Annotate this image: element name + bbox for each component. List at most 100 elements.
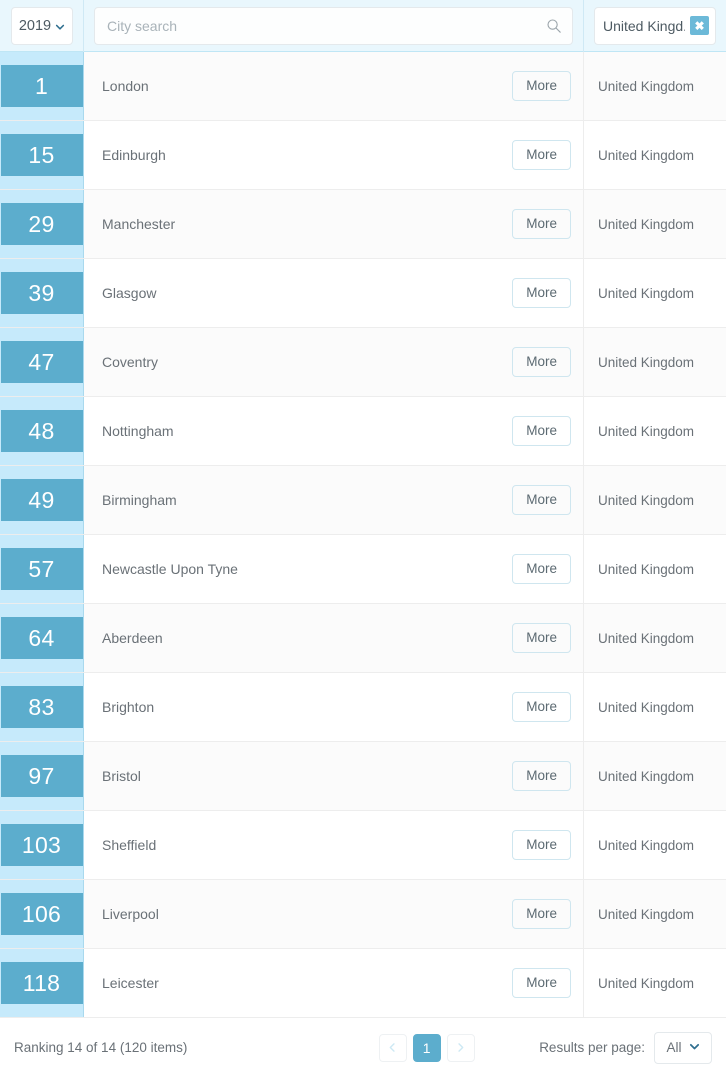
rank-cell: 118 (0, 949, 84, 1017)
table-row: 47 Coventry More United Kingdom (0, 328, 726, 397)
rank-badge: 83 (0, 686, 83, 728)
rank-cell: 1 (0, 52, 84, 120)
pagination-page-1[interactable]: 1 (412, 1033, 441, 1062)
table-row: 15 Edinburgh More United Kingdom (0, 121, 726, 190)
rank-badge: 49 (0, 479, 83, 521)
chevron-down-icon (689, 1040, 700, 1055)
more-button[interactable]: More (512, 898, 571, 930)
country-name: United Kingdom (598, 837, 695, 853)
rank-cell: 83 (0, 673, 84, 741)
year-dropdown[interactable]: 2019 (10, 6, 73, 45)
table-row: 83 Brighton More United Kingdom (0, 673, 726, 742)
more-button[interactable]: More (512, 553, 571, 585)
country-name: United Kingdom (598, 906, 695, 922)
rank-badge: 103 (0, 824, 83, 866)
table-row: 106 Liverpool More United Kingdom (0, 880, 726, 949)
chevron-right-icon[interactable] (446, 1033, 475, 1062)
results-per-page-value: All (666, 1040, 682, 1055)
city-name: Birmingham (102, 492, 177, 508)
city-name: Liverpool (102, 906, 159, 922)
more-button[interactable]: More (512, 967, 571, 999)
city-name: Brighton (102, 699, 155, 715)
more-button[interactable]: More (512, 415, 571, 447)
city-cell: Sheffield More (84, 811, 584, 879)
rank-badge: 64 (0, 617, 83, 659)
city-cell: Glasgow More (84, 259, 584, 327)
rank-cell: 29 (0, 190, 84, 258)
more-button[interactable]: More (512, 70, 571, 102)
rank-badge: 15 (0, 134, 83, 176)
more-button[interactable]: More (512, 139, 571, 171)
close-icon[interactable]: ✖ (690, 16, 709, 35)
pagination: 1 (314, 1033, 539, 1062)
city-cell: Liverpool More (84, 880, 584, 948)
table-row: 49 Birmingham More United Kingdom (0, 466, 726, 535)
table-footer: Ranking 14 of 14 (120 items) 1 Results p… (0, 1018, 726, 1077)
country-name: United Kingdom (598, 78, 695, 94)
table-row: 97 Bristol More United Kingdom (0, 742, 726, 811)
country-name: United Kingdom (598, 699, 695, 715)
more-button[interactable]: More (512, 346, 571, 378)
city-cell: Brighton More (84, 673, 584, 741)
chevron-down-icon (55, 20, 65, 30)
city-cell: Aberdeen More (84, 604, 584, 672)
country-name: United Kingdom (598, 423, 695, 439)
more-button[interactable]: More (512, 277, 571, 309)
country-name: United Kingdom (598, 768, 695, 784)
table-row: 29 Manchester More United Kingdom (0, 190, 726, 259)
city-name: Leicester (102, 975, 159, 991)
rank-cell: 47 (0, 328, 84, 396)
city-name: London (102, 78, 149, 94)
results-per-page-dropdown[interactable]: All (654, 1031, 712, 1064)
more-button[interactable]: More (512, 484, 571, 516)
city-cell: Birmingham More (84, 466, 584, 534)
rank-badge: 1 (0, 65, 83, 107)
country-name: United Kingdom (598, 147, 695, 163)
ranking-page: 2019 United Ki (0, 0, 726, 1077)
ranking-table: 1 London More United Kingdom 15 Edinburgh More… (0, 52, 726, 1018)
city-name: Sheffield (102, 837, 157, 853)
city-name: Manchester (102, 216, 176, 232)
rank-badge: 48 (0, 410, 83, 452)
country-name: United Kingdom (598, 561, 695, 577)
city-cell: Bristol More (84, 742, 584, 810)
country-name: United Kingdom (598, 492, 695, 508)
search-box[interactable] (94, 6, 573, 45)
more-button[interactable]: More (512, 622, 571, 654)
city-name: Coventry (102, 354, 159, 370)
rank-badge: 39 (0, 272, 83, 314)
table-row: 57 Newcastle Upon Tyne More United Kingdom (0, 535, 726, 604)
chevron-left-icon[interactable] (378, 1033, 407, 1062)
country-name: United Kingdom (598, 975, 695, 991)
more-button[interactable]: More (512, 691, 571, 723)
rank-badge: 106 (0, 893, 83, 935)
country-filter-chip[interactable]: United Kingd... ✖ (594, 6, 716, 45)
search-input[interactable] (95, 7, 572, 44)
table-row: 64 Aberdeen More United Kingdom (0, 604, 726, 673)
rank-badge: 118 (0, 962, 83, 1004)
more-button[interactable]: More (512, 760, 571, 792)
rank-cell: 106 (0, 880, 84, 948)
city-cell: Leicester More (84, 949, 584, 1017)
more-button[interactable]: More (512, 208, 571, 240)
table-row: 48 Nottingham More United Kingdom (0, 397, 726, 466)
results-summary: Ranking 14 of 14 (120 items) (14, 1040, 188, 1055)
year-filter-cell: 2019 (0, 0, 84, 52)
rank-badge: 57 (0, 548, 83, 590)
table-row: 118 Leicester More United Kingdom (0, 949, 726, 1018)
rank-cell: 103 (0, 811, 84, 879)
country-name: United Kingdom (598, 216, 695, 232)
rank-cell: 15 (0, 121, 84, 189)
city-cell: Nottingham More (84, 397, 584, 465)
year-dropdown-value: 2019 (18, 17, 52, 34)
city-name: Newcastle Upon Tyne (102, 561, 238, 577)
city-cell: Manchester More (84, 190, 584, 258)
more-button[interactable]: More (512, 829, 571, 861)
country-name: United Kingdom (598, 630, 695, 646)
country-name: United Kingdom (598, 285, 695, 301)
city-name: Glasgow (102, 285, 157, 301)
city-name: Aberdeen (102, 630, 163, 646)
table-row: 39 Glasgow More United Kingdom (0, 259, 726, 328)
city-cell: Edinburgh More (84, 121, 584, 189)
city-cell: Newcastle Upon Tyne More (84, 535, 584, 603)
